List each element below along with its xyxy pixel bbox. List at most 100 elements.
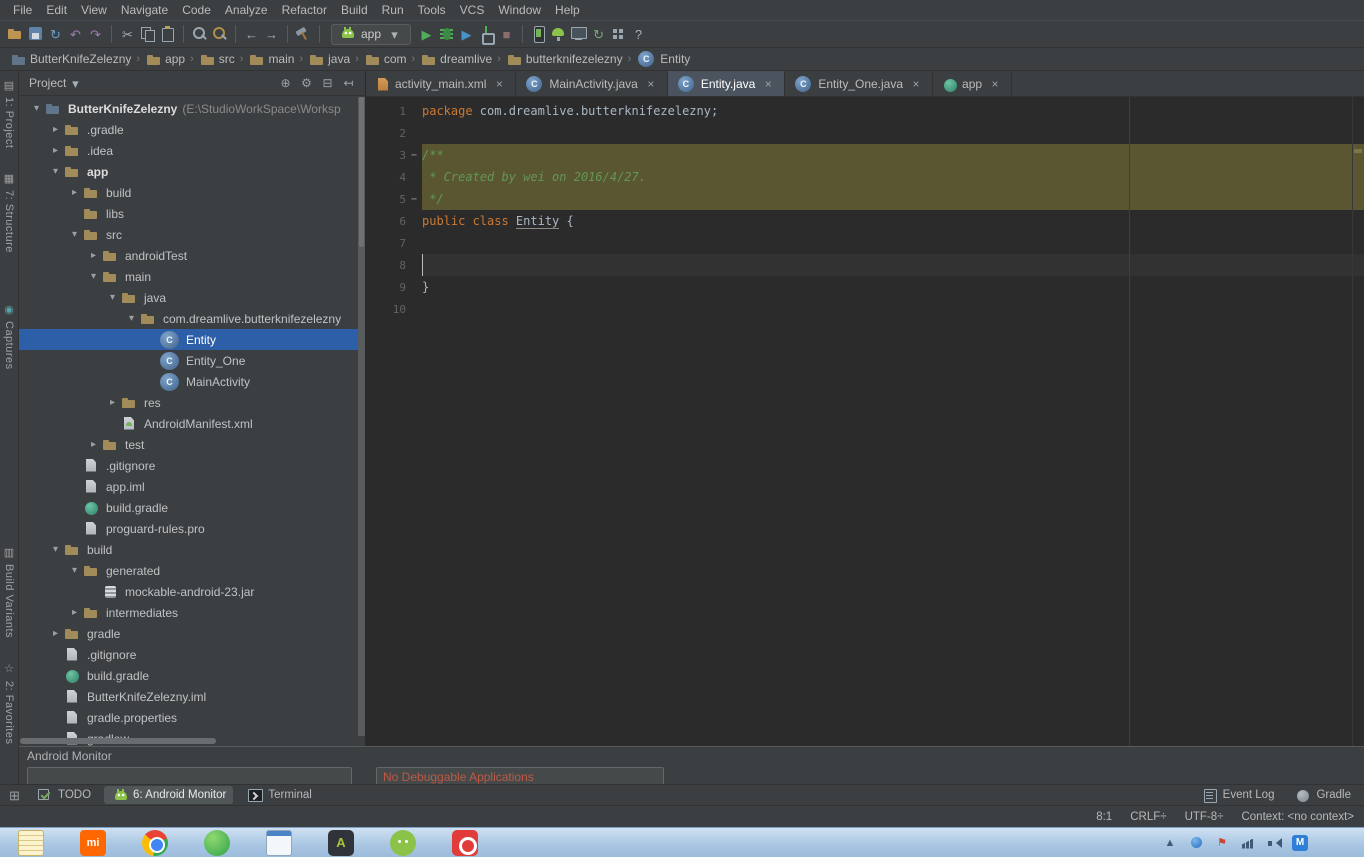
toolwindow-button-terminal[interactable]: Terminal xyxy=(239,786,318,804)
tree-expand-arrow[interactable]: ▾ xyxy=(105,292,120,303)
tree-vertical-scrollbar[interactable] xyxy=(358,97,365,736)
menu-navigate[interactable]: Navigate xyxy=(114,2,175,18)
debug-icon[interactable] xyxy=(437,25,456,43)
breadcrumb-item-entity[interactable]: CEntity xyxy=(634,51,692,67)
hide-panel-icon[interactable]: ↤ xyxy=(338,74,359,92)
flag-icon[interactable]: ⚑ xyxy=(1214,835,1230,851)
status-caret-position[interactable]: 8:1 xyxy=(1096,811,1112,823)
undo-icon[interactable]: ↶ xyxy=(66,25,85,43)
android-emulator-icon[interactable] xyxy=(390,830,416,856)
stripe-button-1-project[interactable]: ▤1: Project xyxy=(2,79,16,148)
notepad-icon[interactable] xyxy=(18,830,44,856)
code-line[interactable]: 5− */ xyxy=(366,188,1364,210)
copy-icon[interactable] xyxy=(138,25,157,43)
browser-360-icon[interactable] xyxy=(204,830,230,856)
tree-expand-arrow[interactable]: ▸ xyxy=(67,187,82,198)
volume-icon[interactable] xyxy=(1266,835,1282,851)
stop-icon[interactable]: ■ xyxy=(497,25,516,43)
tree-horizontal-scrollbar[interactable] xyxy=(20,738,216,744)
project-structure-icon[interactable] xyxy=(609,25,628,43)
code-line[interactable]: 7 xyxy=(366,232,1364,254)
redo-icon[interactable]: ↷ xyxy=(86,25,105,43)
tree-row-src[interactable]: ▾src xyxy=(19,224,365,245)
stripe-button-captures[interactable]: ◉Captures xyxy=(2,303,16,370)
tree-row-mockable-android-23-jar[interactable]: mockable-android-23.jar xyxy=(19,581,365,602)
tree-row-java[interactable]: ▾java xyxy=(19,287,365,308)
tree-expand-arrow[interactable]: ▸ xyxy=(67,607,82,618)
code-line[interactable]: 3−/** xyxy=(366,144,1364,166)
tree-row-libs[interactable]: libs xyxy=(19,203,365,224)
tree-row-main[interactable]: ▾main xyxy=(19,266,365,287)
editor-scrollbar[interactable] xyxy=(1352,97,1364,746)
tab-close-icon[interactable]: × xyxy=(643,76,659,92)
breadcrumb-item-com[interactable]: com xyxy=(362,51,409,67)
tree-row-gradle[interactable]: ▸.gradle xyxy=(19,119,365,140)
tab-entity-one-java[interactable]: CEntity_One.java× xyxy=(785,71,933,96)
tree-row-test[interactable]: ▸test xyxy=(19,434,365,455)
process-dropdown[interactable]: No Debuggable Applications xyxy=(376,767,664,784)
sdk-manager-icon[interactable] xyxy=(549,25,568,43)
code-line[interactable]: 4 * Created by wei on 2016/4/27. xyxy=(366,166,1364,188)
tree-expand-arrow[interactable]: ▾ xyxy=(67,565,82,576)
project-view-title[interactable]: Project xyxy=(29,76,66,90)
tree-expand-arrow[interactable]: ▾ xyxy=(48,544,63,555)
breadcrumb-item-butterknifezelezny[interactable]: butterknifezelezny xyxy=(504,51,625,67)
tree-row-build-gradle[interactable]: build.gradle xyxy=(19,497,365,518)
tree-expand-arrow[interactable]: ▾ xyxy=(48,166,63,177)
toolwindow-switcher-icon[interactable]: ⊞ xyxy=(6,787,23,803)
tab-close-icon[interactable]: × xyxy=(760,76,776,92)
make-project-icon[interactable] xyxy=(294,25,313,43)
menu-build[interactable]: Build xyxy=(334,2,375,18)
tree-row-app[interactable]: ▾app xyxy=(19,161,365,182)
tree-row-gradle[interactable]: ▸gradle xyxy=(19,623,365,644)
menu-run[interactable]: Run xyxy=(375,2,411,18)
breadcrumb-item-butterknifezelezny[interactable]: ButterKnifeZelezny xyxy=(8,51,133,67)
wps-icon[interactable] xyxy=(266,830,292,856)
run-icon[interactable]: ▶ xyxy=(417,25,436,43)
toolwindow-button-6-android-monitor[interactable]: 6: Android Monitor xyxy=(104,786,233,804)
avd-manager-icon[interactable] xyxy=(529,25,548,43)
tree-row-mainactivity[interactable]: CMainActivity xyxy=(19,371,365,392)
paste-icon[interactable] xyxy=(158,25,177,43)
tree-row-androidtest[interactable]: ▸androidTest xyxy=(19,245,365,266)
status-line-ending[interactable]: CRLF÷ xyxy=(1130,811,1166,823)
breadcrumb-item-java[interactable]: java xyxy=(306,51,352,67)
tree-row-butterknifezelezny-iml[interactable]: ButterKnifeZelezny.iml xyxy=(19,686,365,707)
code-line[interactable]: 10 xyxy=(366,298,1364,320)
tree-row-entity-one[interactable]: CEntity_One xyxy=(19,350,365,371)
tree-row-build-gradle[interactable]: build.gradle xyxy=(19,665,365,686)
attach-debugger-icon[interactable] xyxy=(477,25,496,43)
tree-row-gradle-properties[interactable]: gradle.properties xyxy=(19,707,365,728)
code-line[interactable]: 8 xyxy=(366,254,1364,276)
stripe-button-2-favorites[interactable]: ☆2: Favorites xyxy=(2,663,16,744)
menu-window[interactable]: Window xyxy=(491,2,548,18)
fold-marker[interactable]: − xyxy=(406,144,422,166)
tab-activity-main-xml[interactable]: activity_main.xml× xyxy=(366,71,516,96)
menu-vcs[interactable]: VCS xyxy=(453,2,492,18)
tray-expand-icon[interactable]: ▲ xyxy=(1162,835,1178,851)
code-line[interactable]: 2 xyxy=(366,122,1364,144)
toolwindow-button-event-log[interactable]: Event Log xyxy=(1194,786,1282,804)
breadcrumb-item-app[interactable]: app xyxy=(143,51,187,67)
breadcrumb-item-main[interactable]: main xyxy=(246,51,296,67)
tree-row-idea[interactable]: ▸.idea xyxy=(19,140,365,161)
tree-row-butterknifezelezny[interactable]: ▾ButterKnifeZelezny (E:\StudioWorkSpace\… xyxy=(19,98,365,119)
tab-close-icon[interactable]: × xyxy=(987,76,1003,92)
tree-row-gitignore[interactable]: .gitignore xyxy=(19,455,365,476)
sync-icon[interactable]: ↻ xyxy=(46,25,65,43)
tree-expand-arrow[interactable]: ▸ xyxy=(48,628,63,639)
help-icon[interactable]: ? xyxy=(629,25,648,43)
forward-icon[interactable]: → xyxy=(262,25,281,43)
scroll-from-source-icon[interactable]: ⊕ xyxy=(275,74,296,92)
im-icon[interactable] xyxy=(1188,835,1204,851)
toolwindow-button-todo[interactable]: TODO xyxy=(29,786,98,804)
sogou-input-icon[interactable]: M xyxy=(1292,835,1308,851)
tree-expand-arrow[interactable]: ▸ xyxy=(86,439,101,450)
menu-tools[interactable]: Tools xyxy=(411,2,453,18)
device-dropdown[interactable] xyxy=(27,767,352,784)
breadcrumb-item-src[interactable]: src xyxy=(197,51,237,67)
replace-icon[interactable] xyxy=(210,25,229,43)
back-icon[interactable]: ← xyxy=(242,25,261,43)
tree-row-entity[interactable]: CEntity xyxy=(19,329,365,350)
xiaomi-icon[interactable]: mi xyxy=(80,830,106,856)
